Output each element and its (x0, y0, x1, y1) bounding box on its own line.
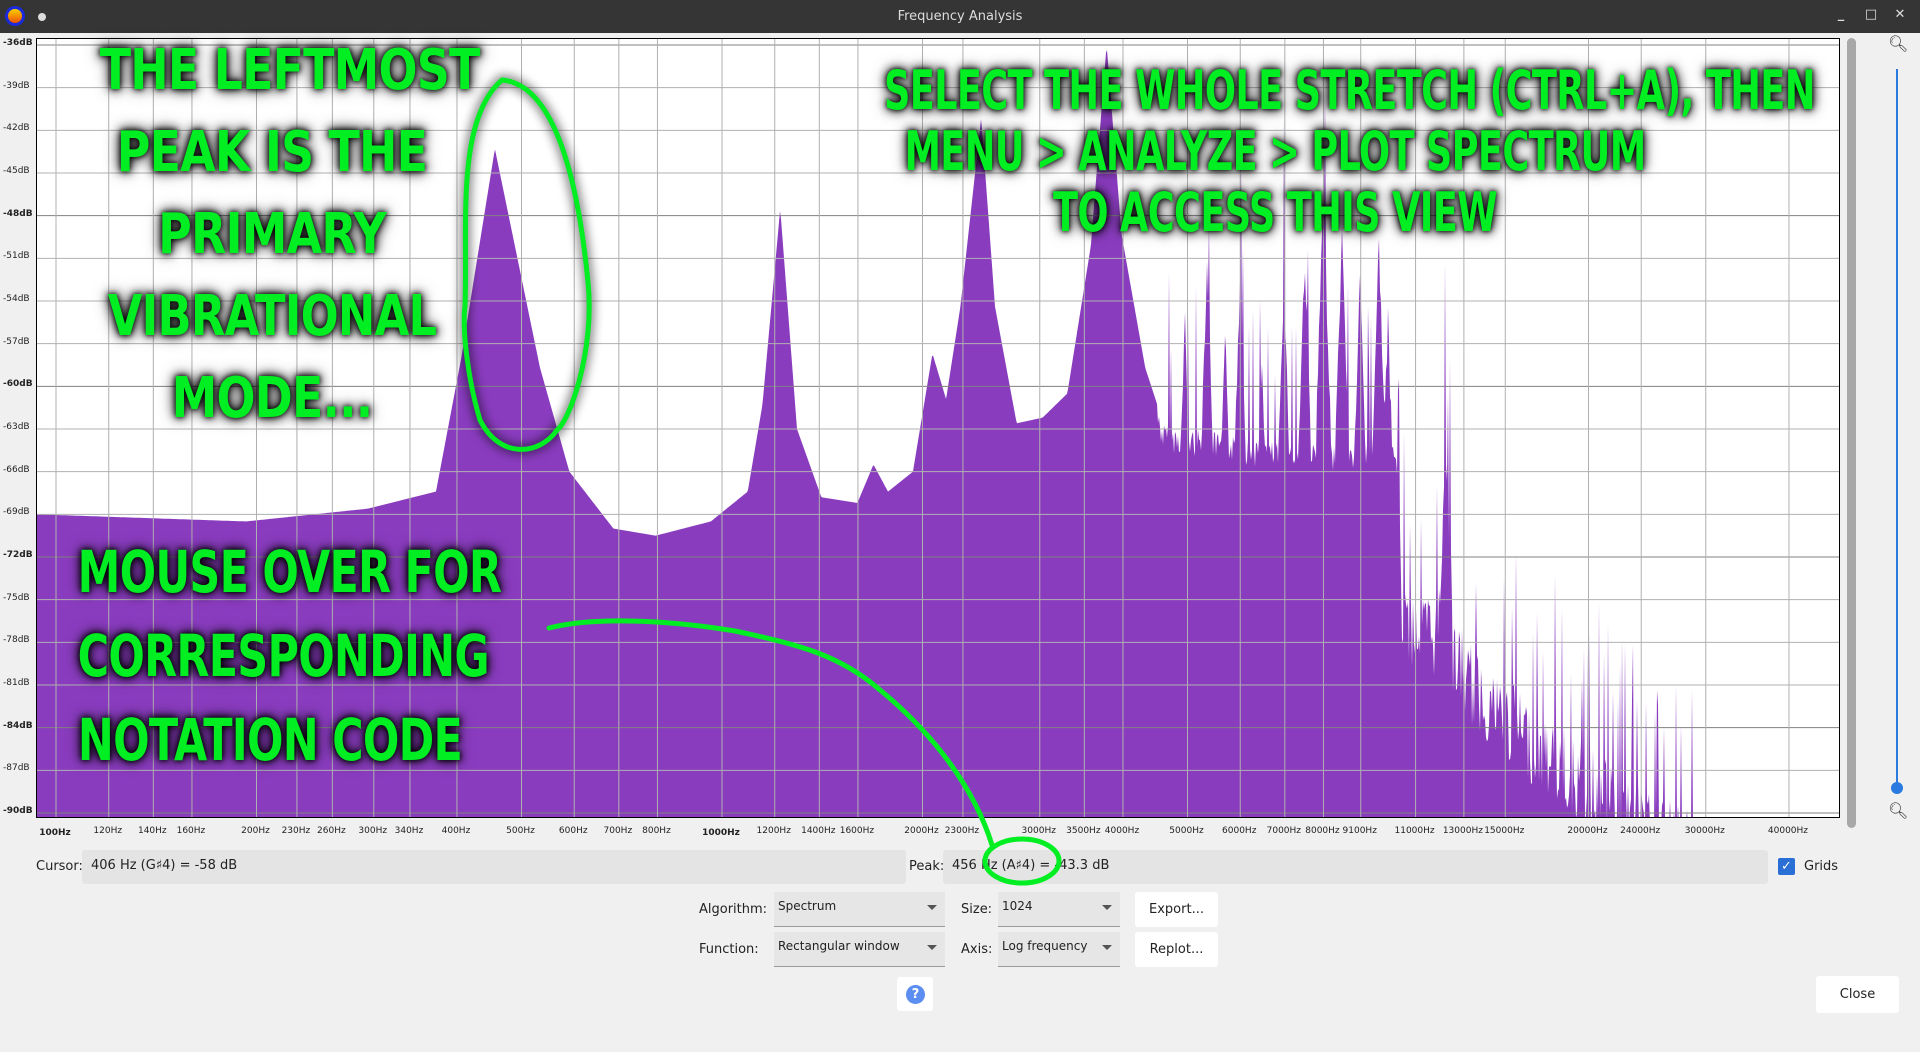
arrow-curve-drawing (546, 618, 995, 848)
annotation-drawings (459, 75, 1062, 886)
peak-readout-circle-drawing (982, 836, 1062, 886)
